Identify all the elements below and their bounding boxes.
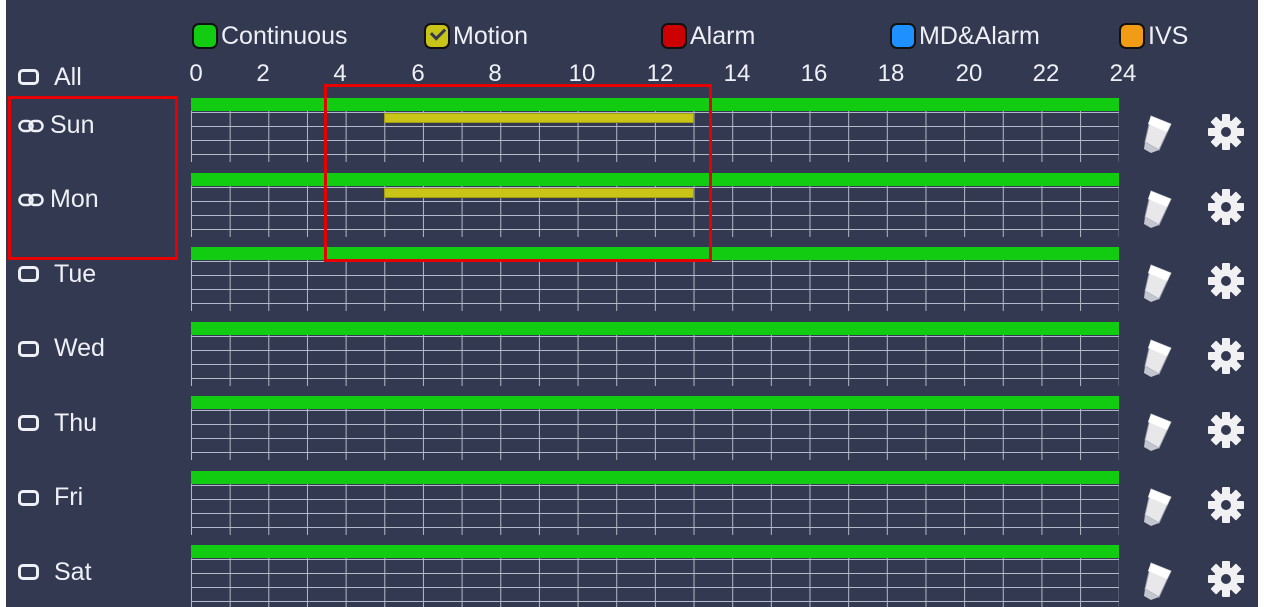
day-label: Sat — [54, 557, 92, 586]
legend-continuous[interactable]: Continuous — [192, 20, 347, 52]
continuous-record-bar[interactable] — [191, 321, 1119, 335]
day-label: Fri — [54, 483, 84, 511]
day-checkbox-icon[interactable] — [18, 266, 39, 282]
all-label: All — [54, 62, 82, 91]
day-label: Tue — [54, 259, 97, 288]
legend-motion[interactable]: Motion — [424, 20, 528, 52]
schedule-timeline-mon[interactable] — [191, 172, 1119, 237]
day-row-fri[interactable]: Fri — [18, 478, 83, 518]
day-row-sun[interactable]: Sun — [18, 105, 94, 145]
legend-alarm-label: Alarm — [690, 21, 756, 50]
hour-tick: 2 — [256, 60, 270, 87]
settings-gear-icon[interactable] — [1206, 485, 1246, 525]
day-checkbox-icon[interactable] — [18, 340, 39, 357]
day-checkbox-icon[interactable] — [18, 564, 39, 580]
day-row-thu[interactable]: Thu — [18, 403, 97, 443]
day-label: Wed — [54, 334, 105, 362]
day-label: Thu — [54, 408, 98, 437]
hour-tick: 24 — [1109, 60, 1137, 87]
continuous-record-bar[interactable] — [191, 396, 1119, 409]
day-checkbox-icon[interactable] — [18, 489, 39, 506]
hour-tick: 22 — [1032, 60, 1060, 87]
day-label: Mon — [50, 185, 99, 213]
edit-pencil-icon[interactable] — [1141, 557, 1177, 601]
hour-tick: 10 — [568, 60, 596, 87]
schedule-timeline-thu[interactable] — [191, 396, 1119, 460]
motion-record-bar[interactable] — [384, 113, 694, 123]
schedule-timeline-sun[interactable] — [191, 98, 1119, 162]
motion-checkbox-icon[interactable] — [424, 23, 450, 49]
settings-gear-icon[interactable] — [1206, 261, 1246, 301]
day-label: Sun — [50, 110, 95, 139]
hour-tick: 18 — [877, 60, 905, 87]
settings-gear-icon[interactable] — [1206, 187, 1246, 227]
schedule-panel: Continuous Motion Alarm MD&Alarm IVS All… — [6, 0, 1258, 607]
legend-continuous-label: Continuous — [221, 21, 348, 50]
select-all-row[interactable]: All — [18, 57, 82, 97]
legend-alarm[interactable]: Alarm — [661, 20, 755, 52]
day-row-wed[interactable]: Wed — [18, 329, 105, 369]
link-icon[interactable] — [18, 185, 44, 214]
continuous-record-bar[interactable] — [191, 470, 1119, 484]
legend-ivs[interactable]: IVS — [1119, 20, 1188, 52]
hour-tick: 0 — [189, 60, 203, 87]
continuous-checkbox-icon[interactable] — [192, 23, 218, 49]
schedule-timeline-wed[interactable] — [191, 321, 1119, 386]
legend-md-alarm[interactable]: MD&Alarm — [890, 20, 1040, 52]
ivs-checkbox-icon[interactable] — [1119, 23, 1145, 49]
legend-md-alarm-label: MD&Alarm — [919, 21, 1040, 50]
hour-tick: 4 — [333, 60, 347, 87]
continuous-record-bar[interactable] — [191, 98, 1119, 111]
schedule-timeline-tue[interactable] — [191, 247, 1119, 311]
hour-tick: 16 — [800, 60, 828, 87]
motion-record-bar[interactable] — [384, 187, 694, 198]
edit-pencil-icon[interactable] — [1141, 110, 1177, 154]
day-row-mon[interactable]: Mon — [18, 180, 99, 220]
hour-tick: 14 — [723, 60, 751, 87]
all-checkbox-icon[interactable] — [18, 69, 39, 85]
link-icon[interactable] — [18, 111, 44, 140]
hour-tick: 6 — [411, 60, 425, 87]
hour-tick: 8 — [488, 60, 502, 87]
hour-tick: 20 — [955, 60, 983, 87]
continuous-record-bar[interactable] — [191, 247, 1119, 260]
settings-gear-icon[interactable] — [1206, 410, 1246, 450]
continuous-record-bar[interactable] — [191, 545, 1119, 558]
edit-pencil-icon[interactable] — [1141, 185, 1177, 229]
schedule-timeline-fri[interactable] — [191, 470, 1119, 535]
schedule-timeline-sat[interactable] — [191, 545, 1119, 607]
day-row-sat[interactable]: Sat — [18, 552, 92, 592]
legend-ivs-label: IVS — [1148, 21, 1189, 50]
md-alarm-checkbox-icon[interactable] — [890, 23, 916, 49]
edit-pencil-icon[interactable] — [1141, 259, 1177, 303]
day-checkbox-icon[interactable] — [18, 415, 39, 431]
edit-pencil-icon[interactable] — [1141, 483, 1177, 527]
settings-gear-icon[interactable] — [1206, 559, 1246, 599]
day-row-tue[interactable]: Tue — [18, 254, 96, 294]
edit-pencil-icon[interactable] — [1141, 408, 1177, 452]
legend-motion-label: Motion — [453, 21, 529, 50]
settings-gear-icon[interactable] — [1206, 112, 1246, 152]
hour-tick: 12 — [646, 60, 674, 87]
settings-gear-icon[interactable] — [1206, 336, 1246, 376]
edit-pencil-icon[interactable] — [1141, 334, 1177, 378]
alarm-checkbox-icon[interactable] — [661, 23, 687, 49]
continuous-record-bar[interactable] — [191, 172, 1119, 186]
